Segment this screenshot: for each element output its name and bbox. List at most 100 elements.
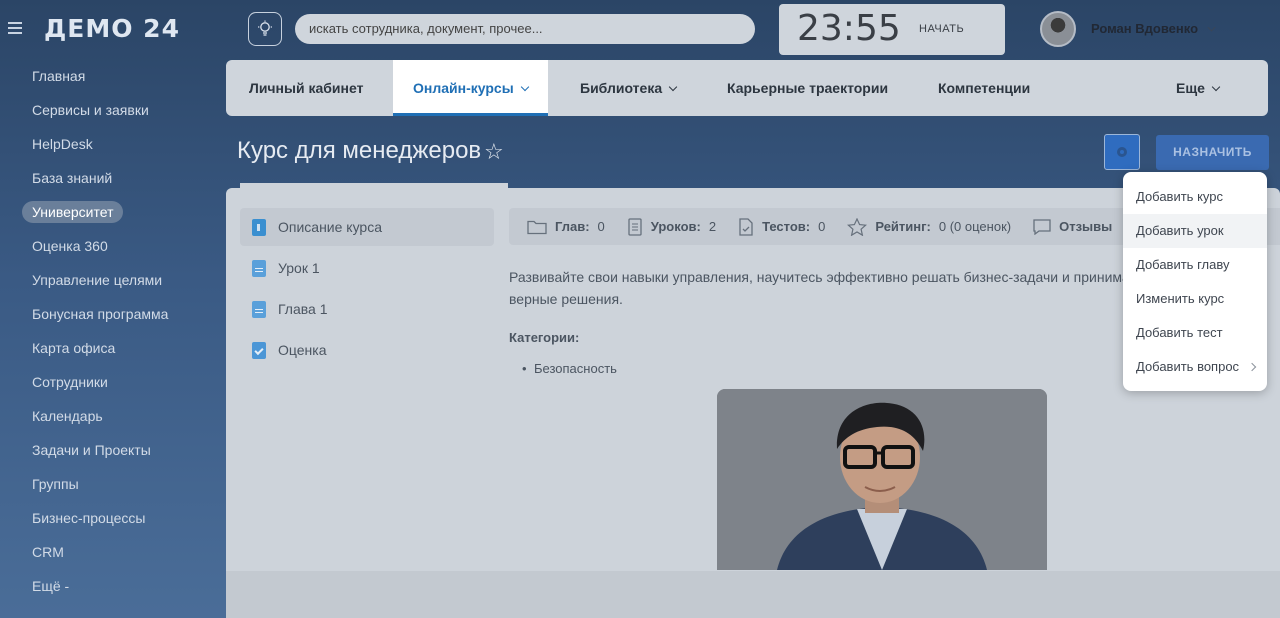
lesson-item-chapter-1[interactable]: Глава 1 bbox=[240, 290, 494, 328]
sidebar-item-label: База знаний bbox=[32, 170, 113, 186]
stat-value: 0 (0 оценок) bbox=[938, 219, 1012, 234]
menu-item-add-lesson[interactable]: Добавить урок bbox=[1123, 214, 1267, 248]
tab-label: Библиотека bbox=[580, 80, 663, 96]
sidebar-item[interactable]: Сотрудники bbox=[0, 366, 226, 400]
course-content: Описание курса Урок 1 Глава 1 Оценка Гла… bbox=[226, 188, 1280, 618]
stat-label: Уроков: bbox=[650, 219, 701, 234]
course-description: Развивайте свои навыки управления, научи… bbox=[509, 269, 1144, 307]
sidebar-item[interactable]: Сервисы и заявки bbox=[0, 94, 226, 128]
sidebar-item-label: Оценка 360 bbox=[32, 238, 108, 254]
tab-library[interactable]: Библиотека bbox=[580, 60, 678, 116]
chevron-down-icon bbox=[668, 82, 678, 92]
menu-item-add-question[interactable]: Добавить вопрос bbox=[1123, 350, 1267, 384]
document-icon bbox=[252, 259, 266, 277]
tab-career-paths[interactable]: Карьерные траектории bbox=[727, 60, 888, 116]
sidebar-item[interactable]: CRM bbox=[0, 536, 226, 570]
clock-time: 23:55 bbox=[797, 8, 901, 49]
test-file-icon bbox=[739, 217, 753, 236]
sidebar-item-label: Сотрудники bbox=[32, 374, 108, 390]
sidebar-item[interactable]: Бонусная программа bbox=[0, 298, 226, 332]
tab-label: Карьерные траектории bbox=[727, 80, 889, 96]
person-photo bbox=[717, 389, 1047, 570]
sidebar-item-label: Карта офиса bbox=[32, 340, 116, 356]
idea-button[interactable] bbox=[248, 12, 282, 46]
info-icon bbox=[252, 218, 266, 236]
menu-item-add-course[interactable]: Добавить курс bbox=[1123, 180, 1267, 214]
stat-tests: Тестов: 0 bbox=[738, 217, 826, 236]
sidebar-item[interactable]: Университет bbox=[0, 196, 226, 230]
lesson-label: Глава 1 bbox=[278, 301, 328, 317]
course-cover-image bbox=[717, 389, 1047, 570]
stat-value: 0 bbox=[597, 219, 605, 234]
sidebar-item-label: HelpDesk bbox=[32, 136, 93, 152]
search-input[interactable]: искать сотрудника, документ, прочее... bbox=[295, 14, 755, 44]
sidebar-item[interactable]: Управление целями bbox=[0, 264, 226, 298]
categories-label: Категории: bbox=[509, 330, 580, 345]
sidebar-item[interactable]: HelpDesk bbox=[0, 128, 226, 162]
menu-item-add-test[interactable]: Добавить тест bbox=[1123, 316, 1267, 350]
sidebar-item[interactable]: Задачи и Проекты bbox=[0, 434, 226, 468]
chevron-down-icon[interactable] bbox=[1207, 23, 1216, 32]
settings-dropdown: Добавить курс Добавить урок Добавить гла… bbox=[1123, 172, 1267, 391]
sidebar-item[interactable]: Главная bbox=[0, 60, 226, 94]
stat-label: Отзывы bbox=[1059, 219, 1113, 234]
lesson-label: Оценка bbox=[278, 342, 327, 358]
tab-label: Личный кабинет bbox=[249, 80, 364, 96]
category-item: Безопасность bbox=[522, 361, 617, 376]
tab-personal-account[interactable]: Личный кабинет bbox=[249, 60, 363, 116]
lesson-label: Урок 1 bbox=[278, 260, 320, 276]
stat-value: 0 bbox=[818, 219, 826, 234]
sidebar-item[interactable]: База знаний bbox=[0, 162, 226, 196]
lightbulb-icon bbox=[258, 20, 272, 36]
comment-icon bbox=[1033, 218, 1051, 235]
lesson-item-description[interactable]: Описание курса bbox=[240, 208, 494, 246]
sidebar-item-label: Ещё - bbox=[32, 578, 70, 594]
menu-item-add-chapter[interactable]: Добавить главу bbox=[1123, 248, 1267, 282]
sidebar-item-label: Управление целями bbox=[32, 272, 163, 288]
start-day-button[interactable]: НАЧАТЬ bbox=[919, 23, 964, 35]
gear-icon bbox=[1117, 147, 1127, 157]
user-name[interactable]: Роман Вдовенко bbox=[1091, 21, 1198, 36]
tab-label: Компетенции bbox=[938, 80, 1031, 96]
sidebar-item-label: Календарь bbox=[32, 408, 103, 424]
chevron-right-icon bbox=[1247, 362, 1257, 372]
menu-item-edit-course[interactable]: Изменить курс bbox=[1123, 282, 1267, 316]
tab-online-courses[interactable]: Онлайн-курсы bbox=[393, 60, 548, 116]
sidebar-item-label: Группы bbox=[32, 476, 79, 492]
lesson-label: Описание курса bbox=[278, 219, 383, 235]
sidebar-item[interactable]: Календарь bbox=[0, 400, 226, 434]
avatar[interactable] bbox=[1040, 11, 1076, 47]
sidebar-item-label: Университет bbox=[22, 201, 124, 223]
main-nav: Личный кабинет Онлайн-курсы Библиотека К… bbox=[226, 60, 1268, 116]
lesson-item-assessment[interactable]: Оценка bbox=[240, 331, 494, 369]
sidebar-item-label: Сервисы и заявки bbox=[32, 102, 149, 118]
assign-button[interactable]: НАЗНАЧИТЬ bbox=[1156, 135, 1269, 170]
sidebar-item[interactable]: Карта офиса bbox=[0, 332, 226, 366]
lesson-item-lesson-1[interactable]: Урок 1 bbox=[240, 249, 494, 287]
sidebar-item-label: Задачи и Проекты bbox=[32, 442, 151, 458]
star-icon[interactable]: ☆ bbox=[484, 139, 504, 165]
sidebar-item[interactable]: Группы bbox=[0, 468, 226, 502]
tab-label: Еще bbox=[1176, 80, 1205, 96]
menu-icon[interactable] bbox=[8, 22, 22, 36]
chevron-down-icon bbox=[520, 82, 529, 92]
stat-reviews[interactable]: Отзывы bbox=[1033, 218, 1120, 235]
page-title: Курс для менеджеров bbox=[237, 137, 482, 164]
sidebar-item[interactable]: Ещё - bbox=[0, 570, 226, 604]
stat-rating: Рейтинг: 0 (0 оценок) bbox=[847, 217, 1012, 236]
stat-label: Глав: bbox=[555, 219, 590, 234]
folder-icon bbox=[527, 220, 547, 234]
star-icon bbox=[847, 217, 868, 236]
tab-competencies[interactable]: Компетенции bbox=[938, 60, 1030, 116]
stat-lessons: Уроков: 2 bbox=[627, 217, 716, 236]
logo[interactable]: ДЕМО 24 bbox=[44, 14, 180, 43]
sidebar-item[interactable]: Оценка 360 bbox=[0, 230, 226, 264]
stat-label: Тестов: bbox=[762, 219, 811, 234]
sidebar-item[interactable]: Бизнес-процессы bbox=[0, 502, 226, 536]
document-icon bbox=[628, 217, 642, 236]
work-time-widget[interactable]: 23:55 НАЧАТЬ bbox=[779, 4, 1005, 55]
sidebar-item-label: CRM bbox=[32, 544, 64, 560]
tab-more[interactable]: Еще bbox=[1176, 60, 1221, 116]
settings-button[interactable] bbox=[1104, 134, 1140, 170]
stat-chapters: Глав: 0 bbox=[527, 219, 605, 235]
